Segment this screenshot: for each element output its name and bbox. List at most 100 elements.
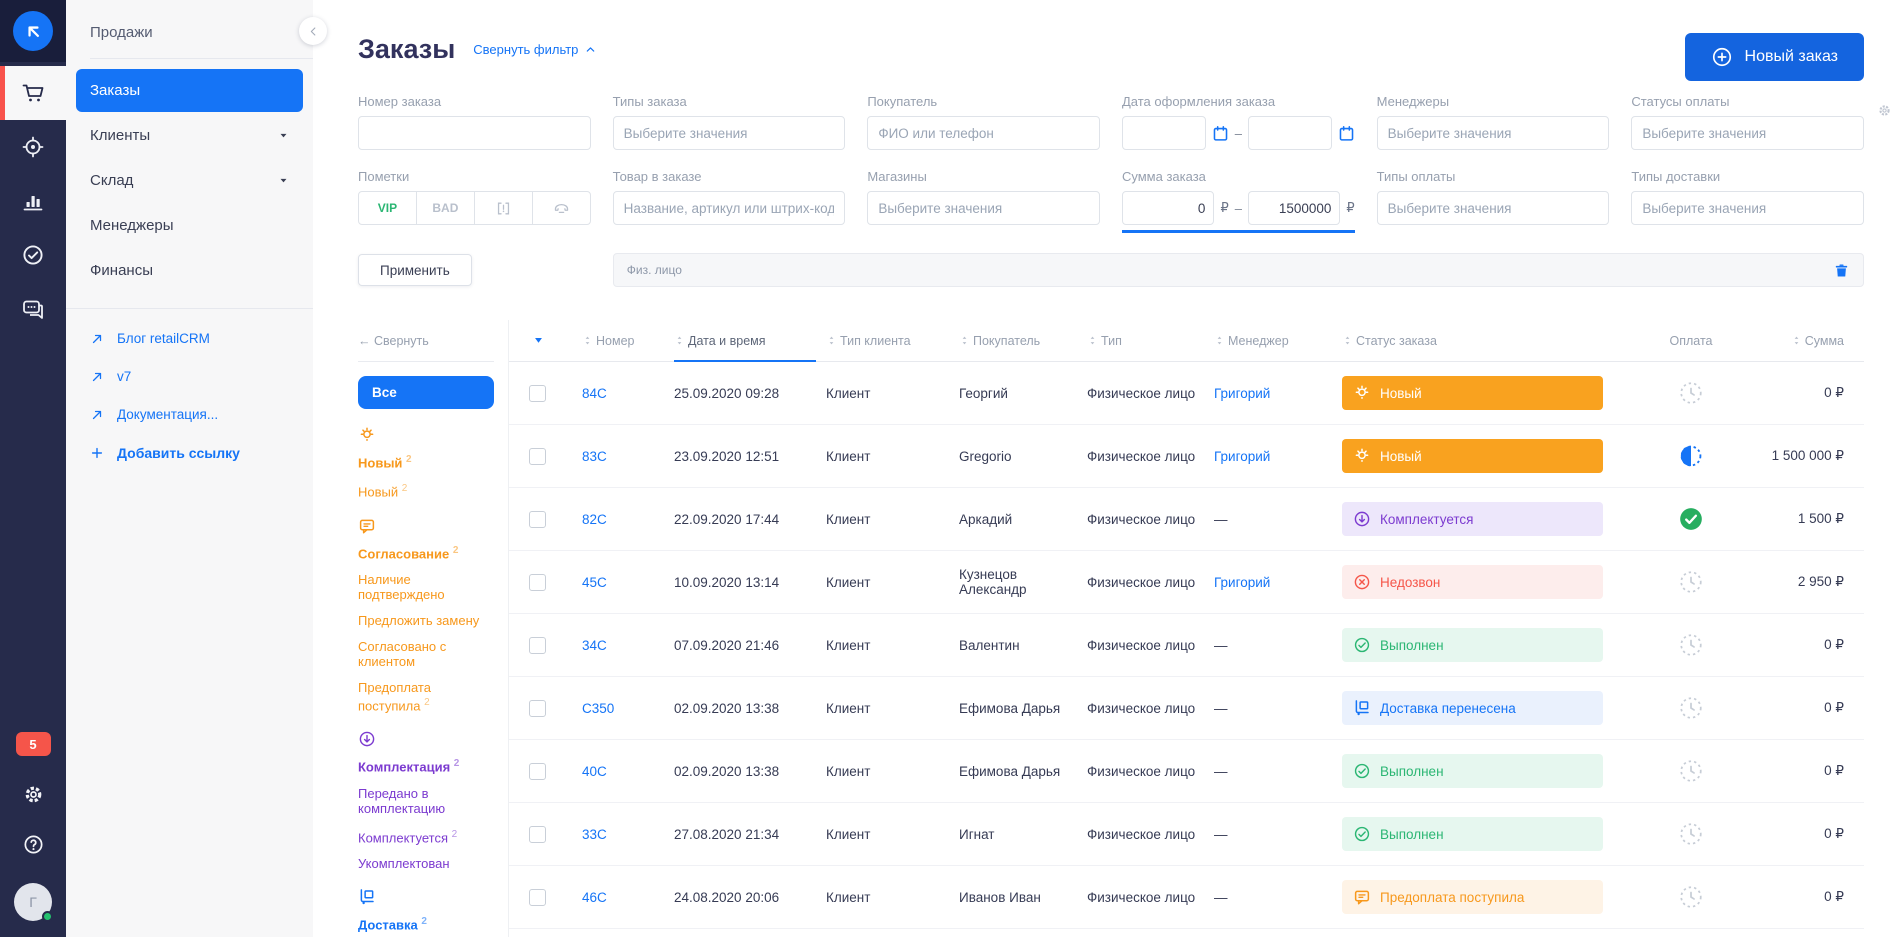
- rail-item-tasks[interactable]: [0, 228, 66, 282]
- order-types-select[interactable]: Выберите значения: [613, 116, 846, 150]
- status-filter-item[interactable]: Предложить замену: [358, 613, 494, 628]
- order-sum-from-input[interactable]: [1122, 191, 1214, 225]
- column-header-manager[interactable]: Менеджер: [1214, 320, 1342, 361]
- status-filter-item[interactable]: Комплектация 2: [358, 756, 494, 774]
- status-filter-all[interactable]: Все: [358, 376, 494, 409]
- status-filter-item[interactable]: Передано в комплектацию: [358, 786, 494, 816]
- order-number-link[interactable]: 33C: [582, 827, 607, 842]
- sidebar-link[interactable]: Блог retailCRM: [90, 331, 289, 346]
- column-header-customer[interactable]: Покупатель: [959, 320, 1087, 361]
- row-checkbox[interactable]: [529, 574, 546, 591]
- order-number-link[interactable]: 84C: [582, 386, 607, 401]
- status-filter-item[interactable]: Согласовано с клиентом: [358, 639, 494, 669]
- payment-statuses-select[interactable]: Выберите значения: [1631, 116, 1864, 150]
- manager-link[interactable]: Григорий: [1214, 449, 1270, 464]
- mark-VIP-button[interactable]: VIP: [358, 191, 417, 225]
- status-filter-item[interactable]: Наличие подтверждено: [358, 572, 494, 602]
- status-filter-item[interactable]: Новый 2: [358, 452, 494, 470]
- rail-item-analytics[interactable]: [0, 174, 66, 228]
- sidebar-item[interactable]: Клиенты: [76, 114, 303, 157]
- mark-phone-button[interactable]: [532, 191, 591, 225]
- help-icon[interactable]: [22, 833, 45, 856]
- rail-item-geo[interactable]: [0, 120, 66, 174]
- order-number-link[interactable]: 40C: [582, 764, 607, 779]
- shops-select[interactable]: Выберите значения: [867, 191, 1100, 225]
- notification-badge[interactable]: 5: [16, 732, 51, 756]
- order-number-link[interactable]: C350: [582, 701, 614, 716]
- status-filter-item[interactable]: Комплектуется 2: [358, 827, 494, 845]
- manager-link[interactable]: Григорий: [1214, 386, 1270, 401]
- row-checkbox[interactable]: [529, 700, 546, 717]
- settings-gear-icon[interactable]: [22, 783, 45, 806]
- mark-flag-expired-button[interactable]: [474, 191, 533, 225]
- payment-types-select[interactable]: Выберите значения: [1377, 191, 1610, 225]
- column-header-type[interactable]: Тип: [1087, 320, 1214, 361]
- user-avatar[interactable]: Г: [14, 883, 52, 921]
- row-checkbox[interactable]: [529, 637, 546, 654]
- column-filter-toggle[interactable]: [509, 320, 582, 361]
- order-number-link[interactable]: 83C: [582, 449, 607, 464]
- order-row-46C[interactable]: 46C24.08.2020 20:06КлиентИванов ИванФизи…: [509, 866, 1864, 929]
- row-checkbox[interactable]: [529, 385, 546, 402]
- order-row-84C[interactable]: 84C25.09.2020 09:28КлиентГеоргийФизическ…: [509, 362, 1864, 425]
- apply-filter-button[interactable]: Применить: [358, 254, 472, 286]
- order-sum-to-input[interactable]: [1248, 191, 1340, 225]
- order-date-to-input[interactable]: [1248, 116, 1332, 150]
- order-row-83C[interactable]: 83C23.09.2020 12:51КлиентGregorioФизичес…: [509, 425, 1864, 488]
- order-number-link[interactable]: 46C: [582, 890, 607, 905]
- rail-item-orders[interactable]: [0, 66, 66, 120]
- order-number-link[interactable]: 34C: [582, 638, 607, 653]
- sidebar-link[interactable]: Добавить ссылку: [90, 445, 289, 461]
- order-row-34C[interactable]: 34C07.09.2020 21:46КлиентВалентинФизичес…: [509, 614, 1864, 677]
- sidebar-item[interactable]: Финансы: [76, 249, 303, 292]
- row-checkbox[interactable]: [529, 826, 546, 843]
- customer-input[interactable]: [867, 116, 1100, 150]
- sidebar-item[interactable]: Склад: [76, 159, 303, 202]
- row-checkbox[interactable]: [529, 511, 546, 528]
- status-filter-item[interactable]: Доставка 2: [358, 914, 494, 932]
- status-panel-collapse[interactable]: ← Свернуть: [358, 320, 494, 362]
- filter-label: Статусы оплаты: [1631, 94, 1864, 109]
- sidebar-collapse-button[interactable]: [299, 17, 327, 45]
- mark-BAD-button[interactable]: BAD: [416, 191, 475, 225]
- row-checkbox[interactable]: [529, 889, 546, 906]
- manager-link[interactable]: Григорий: [1214, 575, 1270, 590]
- calendar-icon[interactable]: [1212, 125, 1229, 142]
- order-row-33C[interactable]: 33C27.08.2020 21:34КлиентИгнатФизическое…: [509, 803, 1864, 866]
- order-number-link[interactable]: 82C: [582, 512, 607, 527]
- sidebar-item[interactable]: Менеджеры: [76, 204, 303, 247]
- order-number-link[interactable]: 45C: [582, 575, 607, 590]
- order-row-82C[interactable]: 82C22.09.2020 17:44КлиентАркадийФизическ…: [509, 488, 1864, 551]
- product-input[interactable]: [613, 191, 846, 225]
- order-row-C350[interactable]: C35002.09.2020 13:38КлиентЕфимова ДарьяФ…: [509, 677, 1864, 740]
- trash-icon[interactable]: [1833, 262, 1850, 279]
- column-header-datetime[interactable]: Дата и время: [674, 320, 826, 361]
- calendar-icon[interactable]: [1338, 125, 1355, 142]
- page-settings-gear-icon[interactable]: [1877, 103, 1892, 118]
- delivery-types-select[interactable]: Выберите значения: [1631, 191, 1864, 225]
- order-date-from-input[interactable]: [1122, 116, 1206, 150]
- status-filter-item[interactable]: Предоплата поступила 2: [358, 680, 494, 713]
- order-row-45C[interactable]: 45C10.09.2020 13:14КлиентКузнецов Алекса…: [509, 551, 1864, 614]
- sidebar-item[interactable]: Заказы: [76, 69, 303, 112]
- rail-item-chats[interactable]: [0, 282, 66, 336]
- row-checkbox[interactable]: [529, 448, 546, 465]
- sidebar-link[interactable]: v7: [90, 369, 289, 384]
- app-logo[interactable]: [0, 0, 66, 62]
- column-header-number[interactable]: Номер: [582, 320, 674, 361]
- row-checkbox[interactable]: [529, 763, 546, 780]
- collapse-filter-link[interactable]: Свернуть фильтр: [473, 42, 596, 57]
- column-header-order-status[interactable]: Статус заказа: [1342, 320, 1641, 361]
- column-header-sum[interactable]: Сумма: [1741, 320, 1864, 361]
- saved-filter-bar[interactable]: Физ. лицо: [613, 253, 1864, 287]
- managers-select[interactable]: Выберите значения: [1377, 116, 1610, 150]
- status-filter-item[interactable]: Согласование 2: [358, 543, 494, 561]
- new-order-button[interactable]: Новый заказ: [1685, 33, 1864, 81]
- order-number-input[interactable]: [358, 116, 591, 150]
- column-header-client-type[interactable]: Тип клиента: [826, 320, 959, 361]
- status-filter-item[interactable]: Новый 2: [358, 481, 494, 499]
- status-filter-item[interactable]: Укомплектован: [358, 856, 494, 871]
- manager-empty: —: [1214, 512, 1228, 527]
- sidebar-link[interactable]: Документация...: [90, 407, 289, 422]
- order-row-40C[interactable]: 40C02.09.2020 13:38КлиентЕфимова ДарьяФи…: [509, 740, 1864, 803]
